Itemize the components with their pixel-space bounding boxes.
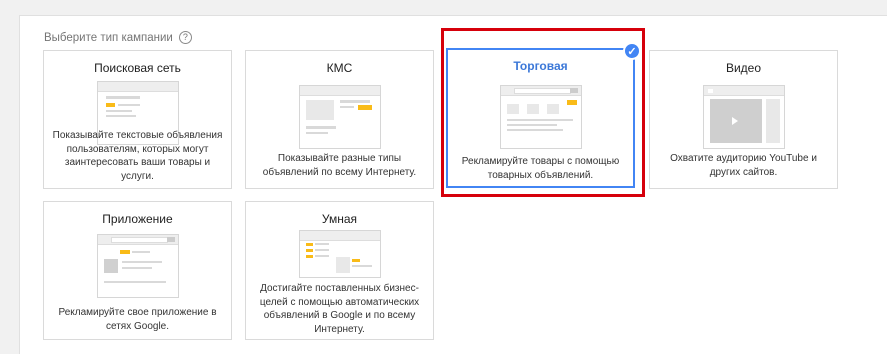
card-title-smart: Умная [321,212,358,226]
check-icon: ✓ [623,42,641,60]
campaign-card-video[interactable]: Видео Охватите аудиторию YouTube и други… [649,50,838,189]
campaign-card-display[interactable]: КМС Показывайте разные типы объявлений п… [245,50,434,189]
card-description-smart: Достигайте поставленных бизнес-целей с п… [259,283,420,335]
help-icon[interactable]: ? [178,31,192,44]
card-description-display: Показывайте разные типы объявлений по вс… [262,153,417,178]
campaign-card-app[interactable]: Приложение Рекламируйте свое приложение … [43,201,232,340]
card-description-video: Охватите аудиторию YouTube и других сайт… [670,153,817,178]
card-title-search: Поисковая сеть [94,61,181,75]
card-title-app: Приложение [102,212,173,226]
app-illustration-icon [96,234,179,298]
selection-highlight-box [441,28,645,197]
campaign-card-smart[interactable]: Умная Достигайте поставленных бизнес-цел… [245,201,434,340]
display-illustration-icon [298,85,381,149]
card-description-search: Показывайте текстовые объявления пользов… [52,130,223,182]
smart-illustration-icon [298,230,381,278]
card-title-display: КМС [326,61,353,75]
campaign-card-search[interactable]: Поисковая сеть Показывайте текстовые объ… [43,50,232,189]
card-description-app: Рекламируйте свое приложение в сетях Goo… [58,307,217,332]
card-title-video: Видео [725,61,762,75]
campaign-type-heading: Выберите тип кампании ? [44,31,192,44]
video-illustration-icon [702,85,785,149]
heading-text: Выберите тип кампании [44,31,173,44]
